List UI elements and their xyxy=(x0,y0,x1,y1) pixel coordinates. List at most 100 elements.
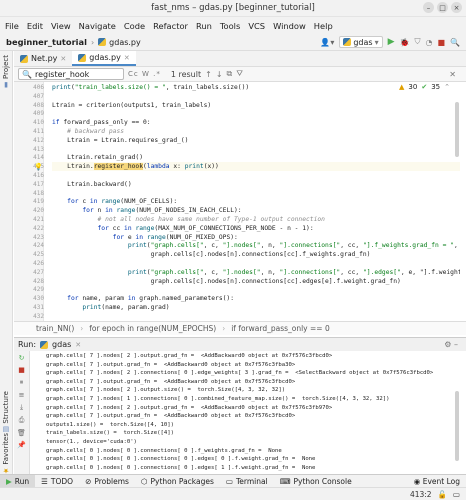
code-line[interactable]: 427 print("graph.cells[", c, "].nodes[",… xyxy=(33,268,460,277)
minimize-icon[interactable]: – xyxy=(423,2,434,13)
close-tab-icon[interactable]: ✕ xyxy=(124,54,130,62)
code-editor[interactable]: ▲ 30 ✔ 35 ⌃ 406 print("train_labels.size(… xyxy=(14,82,460,321)
run-icon: ▶ xyxy=(6,476,12,486)
close-tab-icon[interactable]: ✕ xyxy=(60,55,66,63)
code-line[interactable]: 415 💡 Ltrain.register_hook(lambda x: prin… xyxy=(33,162,460,172)
code-line[interactable]: 418 xyxy=(33,189,460,198)
code-line[interactable]: 425 graph.cells[c].nodes[n].connections[… xyxy=(33,250,460,259)
rerun-icon[interactable]: ↻ xyxy=(19,354,25,362)
project-tool-button[interactable]: ▮ Project xyxy=(2,55,10,89)
code-line[interactable]: 429 xyxy=(33,285,460,294)
code-line[interactable]: 416 xyxy=(33,171,460,180)
user-icon[interactable]: 👤▾ xyxy=(320,38,334,47)
breadcrumb-item[interactable]: if forward_pass_only == 0 xyxy=(231,324,330,333)
tab-net-py[interactable]: Net.py ✕ xyxy=(14,51,72,66)
search-options[interactable]: Cc W .* xyxy=(128,70,161,78)
trash-icon[interactable]: 🗑 xyxy=(17,429,26,437)
maximize-icon[interactable]: □ xyxy=(437,2,448,13)
code-line[interactable]: 428 graph.cells[c].nodes[n].connections[… xyxy=(33,277,460,286)
code-line[interactable]: 411 # backward pass xyxy=(33,127,460,136)
menu-item-vcs[interactable]: VCS xyxy=(247,21,266,31)
cursor-position[interactable]: 413:2 xyxy=(410,490,432,499)
code-text: for name, param in graph.named_parameter… xyxy=(67,295,235,303)
run-icon[interactable]: ▶ xyxy=(388,37,395,47)
breadcrumb-file[interactable]: gdas.py xyxy=(109,38,141,47)
code-line[interactable]: 431 print(name, param.grad) xyxy=(33,303,460,312)
editor-scrollbar[interactable] xyxy=(455,102,459,157)
tab-gdas-py[interactable]: gdas.py ✕ xyxy=(72,51,136,66)
bottom-tab-run[interactable]: ▶ Run xyxy=(0,474,36,488)
code-line[interactable]: 407 xyxy=(33,92,460,101)
close-find-icon[interactable]: ✕ xyxy=(449,70,456,79)
code-line[interactable]: 414 Ltrain.retain_grad() xyxy=(33,153,460,162)
filter-icon[interactable]: ⧉ xyxy=(227,69,233,79)
structure-tool-button[interactable]: ▤ Structure xyxy=(2,391,10,434)
code-line[interactable]: 408 Ltrain = criterion(outputs1, train_la… xyxy=(33,101,460,110)
code-line[interactable]: 419 for c in range(NUM_OF_CELLS): xyxy=(33,197,460,206)
gear-icon[interactable]: ⚙ – xyxy=(444,340,458,349)
bottom-tab-todo[interactable]: ☰ TODO xyxy=(35,475,79,488)
bottom-tab-label: Python Console xyxy=(293,476,352,486)
bottom-tab-python-packages[interactable]: ⬡ Python Packages xyxy=(135,475,220,488)
event-log-label: Event Log xyxy=(422,476,460,486)
search-everywhere-icon[interactable]: 🔍 xyxy=(450,38,460,47)
line-number: 410 xyxy=(33,119,44,127)
breadcrumb-project[interactable]: beginner_tutorial xyxy=(6,37,87,47)
code-line[interactable]: 421 # not all nodes have same number of … xyxy=(33,215,460,224)
pin-icon[interactable]: 📌 xyxy=(17,441,26,449)
bottom-tab-problems[interactable]: ⊘ Problems xyxy=(79,475,135,488)
memory-indicator-icon[interactable]: ▭ xyxy=(453,490,460,499)
console-output[interactable]: graph.cells[ 7 ].nodes[ 2 ].output.grad_… xyxy=(30,351,460,474)
code-line[interactable]: 426 xyxy=(33,259,460,268)
coverage-icon[interactable]: ⛉ xyxy=(414,37,420,47)
profile-icon[interactable]: ◔ xyxy=(425,38,432,47)
menu-item-tools[interactable]: Tools xyxy=(219,21,241,31)
breadcrumb-item[interactable]: train_NN() xyxy=(36,324,74,333)
code-line[interactable]: 413 xyxy=(33,145,460,154)
stop-icon[interactable]: ■ xyxy=(437,38,445,47)
next-occurrence-icon[interactable]: ↓ xyxy=(216,70,223,79)
code-line[interactable]: 432 xyxy=(33,312,460,321)
code-line[interactable]: 406 print("train_labels.size() = ", train… xyxy=(33,83,460,92)
code-line[interactable]: 422 for cc in range(MAX_NUM_OF_CONNECTIO… xyxy=(33,224,460,233)
code-line[interactable]: 420 for n in range(NUM_OF_NODES_IN_EACH_… xyxy=(33,206,460,215)
line-number: 428 xyxy=(33,277,44,285)
code-line[interactable]: 417 Ltrain.backward() xyxy=(33,180,460,189)
debug-icon[interactable]: 🐞 xyxy=(400,38,410,47)
title-bar: fast_nms – gdas.py [beginner_tutorial] –… xyxy=(0,0,466,17)
print-icon[interactable]: ⎙ xyxy=(19,416,25,425)
menu-item-window[interactable]: Window xyxy=(272,21,307,31)
close-run-tab-icon[interactable]: ✕ xyxy=(75,341,81,349)
code-line[interactable]: 423 for e in range(NUM_OF_MIXED_OPS): xyxy=(33,233,460,242)
bottom-tab-python-console[interactable]: ⌨ Python Console xyxy=(274,475,358,488)
search-input[interactable]: 🔍 register_hook xyxy=(18,68,124,80)
lock-icon[interactable]: 🔓 xyxy=(438,490,447,499)
menu-item-navigate[interactable]: Navigate xyxy=(78,21,117,31)
run-panel-config[interactable]: gdas xyxy=(52,340,71,349)
code-line[interactable]: 409 xyxy=(33,109,460,118)
stop-icon[interactable]: ■ xyxy=(18,366,25,374)
scroll-to-end-icon[interactable]: ⤓ xyxy=(20,403,23,412)
run-config-select[interactable]: gdas ▾ xyxy=(339,36,383,48)
menu-item-code[interactable]: Code xyxy=(123,21,146,31)
code-line[interactable]: 410 if forward_pass_only == 0: xyxy=(33,118,460,127)
code-area[interactable]: ▲ 30 ✔ 35 ⌃ 406 print("train_labels.size(… xyxy=(33,82,460,321)
funnel-icon[interactable]: ⛛ xyxy=(236,69,243,79)
soft-wrap-icon[interactable]: ≡ xyxy=(19,391,25,399)
menu-item-refactor[interactable]: Refactor xyxy=(152,21,189,31)
menu-item-help[interactable]: Help xyxy=(313,21,334,31)
favorites-tool-button[interactable]: ★ Favorites xyxy=(2,433,10,475)
code-line[interactable]: 430 for name, param in graph.named_param… xyxy=(33,294,460,303)
pause-icon[interactable]: ⏸ xyxy=(20,378,24,387)
menu-item-file[interactable]: File xyxy=(4,21,20,31)
menu-item-edit[interactable]: Edit xyxy=(26,21,44,31)
bottom-tab-terminal[interactable]: ▭ Terminal xyxy=(220,475,274,488)
close-icon[interactable]: × xyxy=(451,2,462,13)
breadcrumb-item[interactable]: for epoch in range(NUM_EPOCHS) xyxy=(89,324,216,333)
code-line[interactable]: 424 print("graph.cells[", c, "].nodes[",… xyxy=(33,241,460,250)
menu-item-view[interactable]: View xyxy=(50,21,72,31)
code-line[interactable]: 412 Ltrain = Ltrain.requires_grad_() xyxy=(33,136,460,145)
event-log-button[interactable]: ◉ Event Log xyxy=(414,477,460,486)
menu-item-run[interactable]: Run xyxy=(195,21,213,31)
previous-occurrence-icon[interactable]: ↑ xyxy=(205,70,212,79)
